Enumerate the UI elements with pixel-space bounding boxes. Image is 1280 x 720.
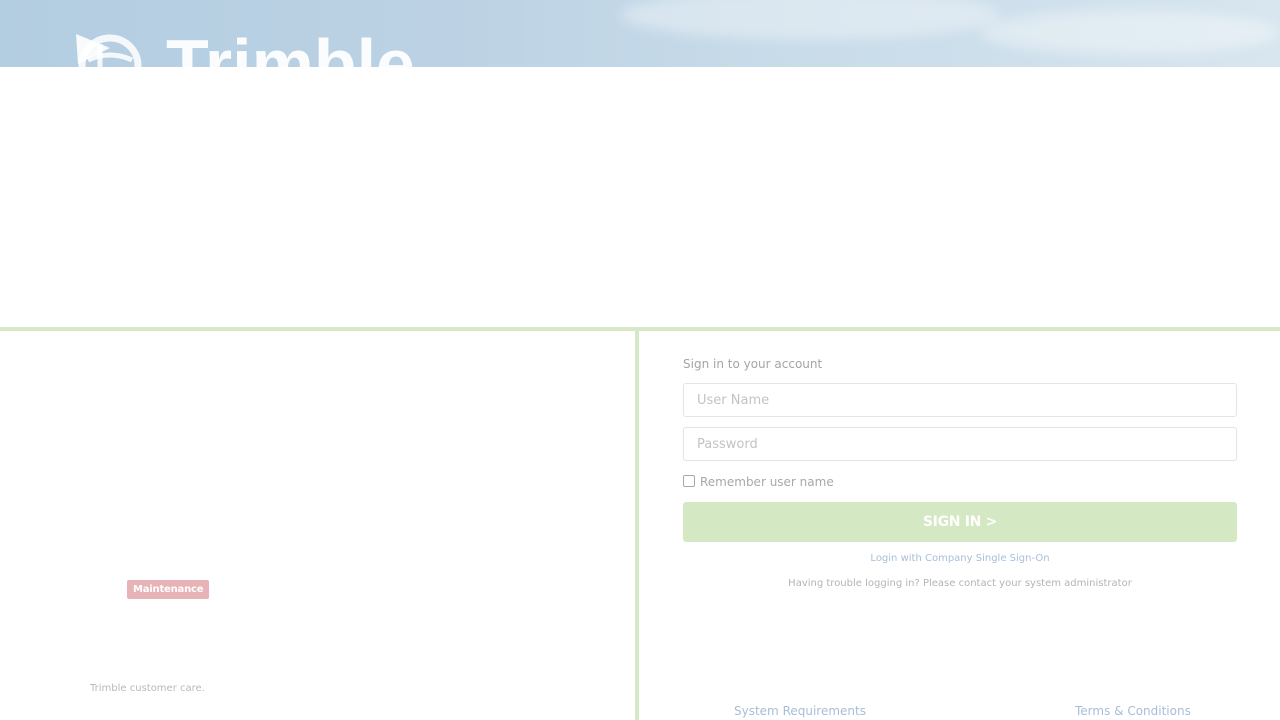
system-requirements-link[interactable]: System Requirements	[734, 704, 866, 718]
sso-login-link[interactable]: Login with Company Single Sign-On	[683, 553, 1237, 564]
cloud-decoration	[620, 0, 1000, 40]
password-field[interactable]	[683, 427, 1237, 461]
hero-banner: Trimble	[0, 0, 1280, 67]
checkbox-icon[interactable]	[683, 475, 695, 487]
vertical-divider	[635, 327, 639, 720]
terms-conditions-link[interactable]: Terms & Conditions	[1075, 704, 1191, 718]
sign-in-heading: Sign in to your account	[683, 357, 823, 371]
customer-care-text: Trimble customer care.	[90, 683, 205, 694]
trimble-globe-logo-icon: Trimble	[76, 30, 415, 67]
logo-wordmark: Trimble	[166, 30, 415, 67]
maintenance-badge[interactable]: Maintenance	[127, 580, 210, 599]
username-field[interactable]	[683, 383, 1237, 417]
trimble-logo: Trimble	[70, 30, 490, 67]
content-blank-area	[0, 67, 1280, 327]
trouble-logging-in-text: Having trouble logging in? Please contac…	[788, 578, 1132, 589]
horizontal-divider	[0, 327, 1280, 331]
remember-user-row[interactable]: Remember user name	[683, 475, 834, 489]
sign-in-button[interactable]: SIGN IN >	[683, 502, 1237, 542]
cloud-decoration	[980, 10, 1280, 55]
remember-user-label: Remember user name	[700, 475, 834, 489]
